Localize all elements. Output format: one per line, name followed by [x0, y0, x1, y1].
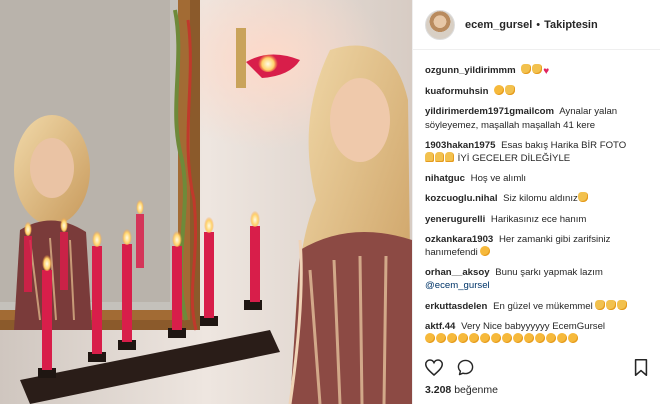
ok-hand-emoji-icon [617, 299, 628, 310]
heart-eyes-emoji-icon [502, 333, 512, 344]
comment-username[interactable]: yenerugurelli [425, 214, 485, 225]
ok-hand-emoji-icon [606, 299, 617, 310]
smile-emoji-icon [494, 85, 505, 96]
emoji-row [425, 333, 579, 345]
header-separator: • [536, 18, 541, 31]
thumbs-up-emoji-icon [577, 192, 588, 203]
like-count-number: 3.208 [425, 384, 452, 396]
heart-eyes-emoji-icon [546, 333, 556, 344]
comment-text: Hoş ve alımlı [470, 173, 527, 185]
comment-item: erkuttasdelen En güzel ve mükemmel [425, 299, 650, 313]
heart-eyes-emoji-icon [568, 333, 578, 344]
comment-item: 1903hakan1975 Esas bakış Harika BİR FOTO… [425, 139, 650, 165]
heart-outline-icon[interactable] [425, 358, 443, 376]
comment-item: aktf.44 Very Nice babyyyyyy EcemGursel [425, 320, 650, 346]
post-header: ecem_gursel • Takiptesin [413, 0, 660, 50]
comment-item: ozkankara1903 Her zamanki gibi zarifsini… [425, 233, 650, 259]
author-username[interactable]: ecem_gursel [465, 19, 532, 31]
post-actions [425, 356, 648, 378]
ok-hand-emoji-icon [505, 85, 516, 96]
comment-username[interactable]: kozcuoglu.nihal [425, 193, 498, 204]
heart-eyes-emoji-icon [469, 333, 479, 344]
comment-mention-link[interactable]: @ecem_gursel [425, 280, 490, 291]
heart-eyes-emoji-icon [458, 333, 468, 344]
comment-username[interactable]: yildirimerdem1971gmailcom [425, 106, 554, 117]
comment-username[interactable]: aktf.44 [425, 321, 455, 332]
post-sidebar: ecem_gursel • Takiptesin ozgunn_yildirim… [412, 0, 660, 404]
follow-status-button[interactable]: Takiptesin [544, 19, 598, 31]
heart-eyes-emoji-icon [513, 333, 523, 344]
avatar[interactable] [425, 9, 455, 40]
heart-eyes-emoji-icon [436, 333, 446, 344]
ok-hand-emoji-icon [595, 299, 606, 310]
pray-emoji-icon [425, 152, 434, 163]
photo-illustration [0, 0, 412, 404]
post-photo[interactable] [0, 0, 412, 404]
heart-eyes-emoji-icon [447, 333, 457, 344]
comment-item: nihatguc Hoş ve alımlı [425, 172, 650, 185]
comment-item: yildirimerdem1971gmailcom Aynalar yalan … [425, 105, 650, 131]
thumbs-up-emoji-icon [532, 64, 543, 74]
comment-username[interactable]: nihatguc [425, 173, 465, 184]
comment-username[interactable]: 1903hakan1975 [425, 140, 495, 151]
comment-text: Esas bakış Harika BİR FOTO [501, 139, 627, 151]
comment-text-continued: İYİ GECELER DİLEĞİYLE [457, 153, 571, 165]
comment-list: ozgunn_yildirimmm ♥ kuaformuhsin yildiri… [413, 58, 660, 356]
comment-username[interactable]: orhan__aksoy [425, 267, 490, 278]
comment-item: yenerugurelli Harikasınız ece hanım [425, 213, 650, 226]
heart-emoji-icon: ♥ [543, 66, 550, 77]
comment-item: kozcuoglu.nihal Siz kilomu aldınız [425, 192, 650, 205]
comment-text: Very Nice babyyyyyy EcemGursel [461, 320, 606, 332]
heart-eyes-emoji-icon [480, 333, 490, 344]
comment-username[interactable]: ozkankara1903 [425, 234, 493, 245]
comment-text: Bunu şarkı yapmak lazım [495, 267, 603, 279]
heart-eyes-emoji-icon [524, 333, 534, 344]
instagram-post: ecem_gursel • Takiptesin ozgunn_yildirim… [0, 0, 660, 404]
heart-eyes-emoji-icon [557, 333, 567, 344]
heart-eyes-emoji-icon [425, 333, 435, 344]
comment-text: Harikasınız ece hanım [490, 213, 587, 225]
comment-item: ozgunn_yildirimmm ♥ [425, 64, 650, 78]
comment-username[interactable]: ozgunn_yildirimmm [425, 65, 516, 76]
pray-emoji-icon [445, 152, 454, 163]
thumbs-up-emoji-icon [521, 64, 532, 74]
comment-text: Siz kilomu aldınız [503, 193, 578, 205]
comment-item: kuaformuhsin [425, 85, 650, 98]
comment-username[interactable]: kuaformuhsin [425, 86, 488, 97]
like-count[interactable]: 3.208 beğenme [425, 384, 498, 396]
comment-username[interactable]: erkuttasdelen [425, 301, 487, 312]
heart-eyes-emoji-icon [535, 333, 545, 344]
comment-bubble-icon[interactable] [457, 359, 474, 376]
like-count-label: beğenme [454, 384, 498, 396]
pray-emoji-icon [435, 152, 444, 163]
heart-eyes-emoji-icon [491, 333, 501, 344]
comment-item: orhan__aksoy Bunu şarkı yapmak lazım @ec… [425, 266, 650, 292]
blush-emoji-icon [480, 246, 491, 257]
bookmark-icon[interactable] [634, 358, 648, 376]
comment-text: En güzel ve mükemmel [493, 300, 593, 312]
